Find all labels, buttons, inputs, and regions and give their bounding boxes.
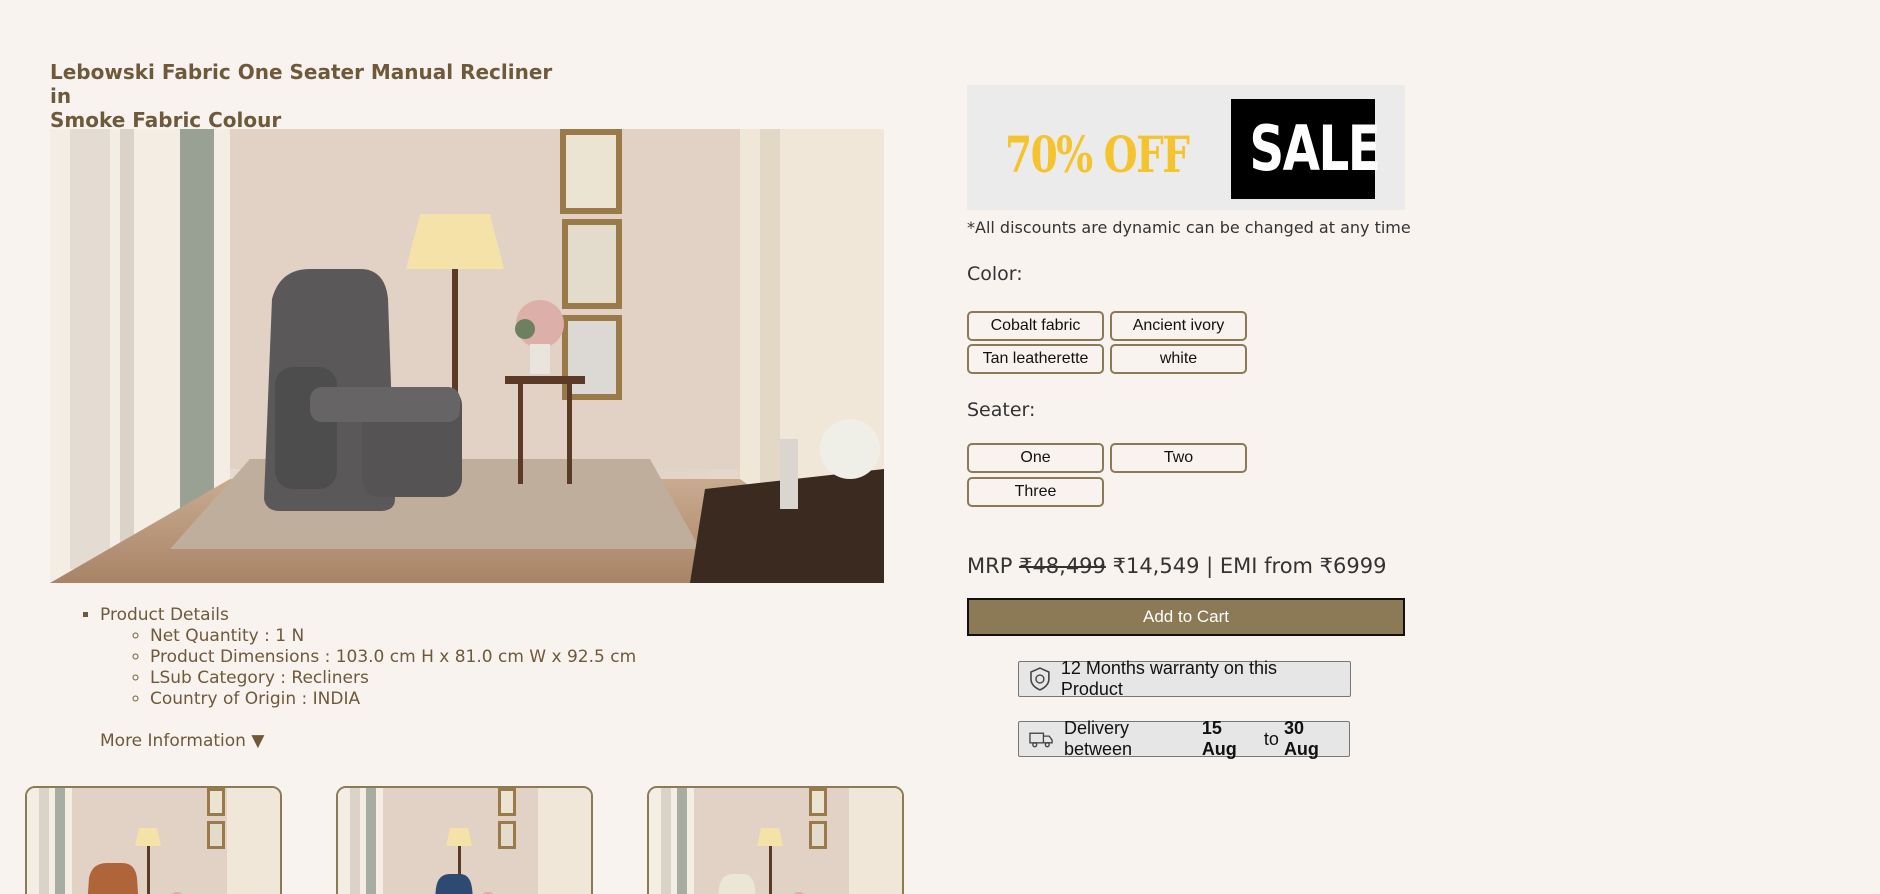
thumbnail-1[interactable] (25, 786, 282, 894)
seater-option-one[interactable]: One (967, 443, 1104, 473)
price-line: MRP ₹48,499 ₹14,549 | EMI from ₹6999 (967, 554, 1386, 578)
seater-option-three[interactable]: Three (967, 477, 1104, 507)
color-option-tan-leatherette[interactable]: Tan leatherette (967, 344, 1104, 374)
shield-icon (1030, 667, 1050, 691)
delivery-truck-icon (1029, 732, 1053, 748)
color-option-ancient-ivory[interactable]: Ancient ivory (1110, 311, 1247, 341)
product-title-line-1: Lebowski Fabric One Seater Manual Reclin… (50, 60, 553, 108)
detail-country-of-origin: Country of Origin : INDIA (150, 689, 636, 710)
warranty-info: 12 Months warranty on this Product (1018, 658, 1351, 699)
sale-banner: 70% OFF SALE (967, 85, 1405, 210)
color-label: Color: (967, 263, 1023, 285)
color-option-cobalt-fabric[interactable]: Cobalt fabric (967, 311, 1104, 341)
seater-option-two[interactable]: Two (1110, 443, 1247, 473)
detail-net-quantity: Net Quantity : 1 N (150, 626, 636, 647)
current-price: ₹14,549 (1112, 554, 1200, 578)
color-option-white[interactable]: white (1110, 344, 1247, 374)
mrp-price: ₹48,499 (1019, 554, 1106, 578)
discount-percent: 70% OFF (1005, 125, 1190, 184)
detail-dimensions: Product Dimensions : 103.0 cm H x 81.0 c… (150, 647, 636, 668)
product-title: Lebowski Fabric One Seater Manual Reclin… (50, 60, 570, 132)
warranty-text: 12 Months warranty on this Product (1060, 658, 1277, 699)
thumbnail-3[interactable] (647, 786, 904, 894)
seater-label: Seater: (967, 399, 1036, 421)
thumbnail-2[interactable] (336, 786, 593, 894)
delivery-from-date: 15 Aug (1201, 718, 1237, 759)
discount-disclaimer: *All discounts are dynamic can be change… (967, 218, 1411, 237)
sale-badge: SALE (1231, 99, 1381, 199)
detail-sub-category: LSub Category : Recliners (150, 668, 636, 689)
delivery-to-word: to (1263, 728, 1279, 749)
sale-badge-label: SALE (1249, 112, 1380, 185)
product-details-heading-label: Product Details (100, 605, 229, 625)
product-details: Product Details Net Quantity : 1 N Produ… (80, 605, 636, 710)
add-to-cart-button[interactable]: Add to Cart (967, 598, 1405, 636)
product-details-heading: Product Details Net Quantity : 1 N Produ… (100, 605, 636, 710)
more-information-toggle[interactable]: More Information ▼ (100, 731, 264, 751)
delivery-info: Delivery between 15 Aug to 30 Aug (1018, 718, 1350, 759)
delivery-to-date: 30 Aug (1283, 718, 1319, 759)
emi-text: | EMI from ₹6999 (1206, 554, 1387, 578)
mrp-label: MRP (967, 554, 1013, 578)
main-product-image[interactable] (50, 129, 884, 583)
delivery-prefix: Delivery between (1064, 718, 1133, 759)
thumbnail-1-chair (87, 863, 139, 894)
